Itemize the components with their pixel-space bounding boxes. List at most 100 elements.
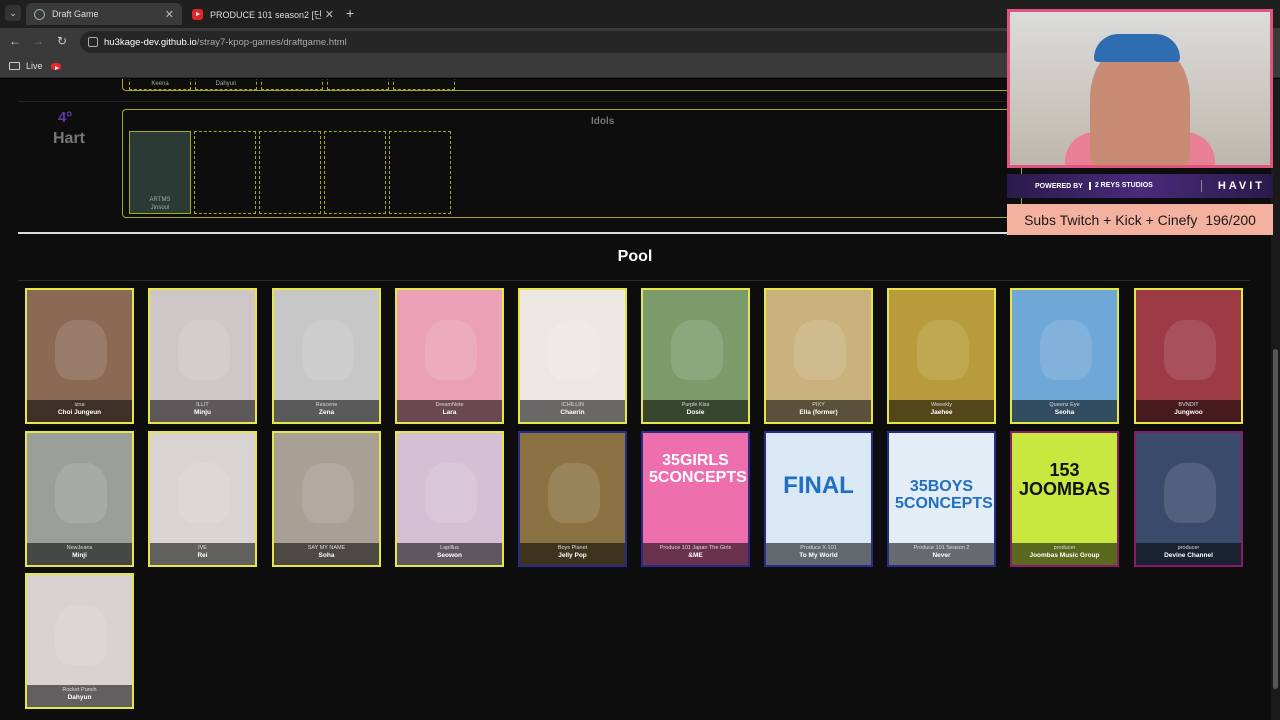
card-name: Dahyun <box>67 694 92 701</box>
portrait <box>917 320 969 380</box>
card-caption: Rescene Zena <box>274 400 379 422</box>
pool-card[interactable]: DreamNote Lara <box>395 288 504 424</box>
idol-slot-filled[interactable]: ARTMS Jinsoul <box>129 131 191 214</box>
card-caption: ICHILLIN Chaerin <box>520 400 625 422</box>
card-caption: izna Choi Jungeun <box>27 400 132 422</box>
pool-card[interactable]: FINAL Produce X 101 To My World <box>764 431 873 567</box>
card-group: izna <box>74 402 85 408</box>
portrait <box>548 463 600 523</box>
card-name: Zena <box>318 409 335 416</box>
portrait <box>302 463 354 523</box>
slot-group: ARTMS <box>149 197 171 203</box>
idol-slot[interactable] <box>327 79 389 90</box>
card-name: Seowon <box>437 552 462 559</box>
portrait <box>55 320 107 380</box>
card-group: Rescene <box>315 402 338 408</box>
scrollbar-thumb[interactable] <box>1273 349 1278 689</box>
portrait <box>794 320 846 380</box>
card-caption: PIXY Ella (former) <box>766 400 871 422</box>
card-name: Joombas Music Group <box>1029 552 1100 559</box>
subs-goal-bar: Subs Twitch + Kick + Cinefy 196/200 <box>1007 204 1273 235</box>
card-caption: NewJeans Minji <box>27 543 132 565</box>
card-name: Jelly Pop <box>558 552 587 559</box>
card-caption: Produce 101 Season 2 Never <box>889 543 994 565</box>
portrait <box>425 320 477 380</box>
portrait <box>178 320 230 380</box>
portrait <box>671 320 723 380</box>
card-group: ICHILLIN <box>561 402 584 408</box>
youtube-icon <box>192 8 203 20</box>
card-caption: Produce X 101 To My World <box>766 543 871 565</box>
close-icon[interactable]: ✕ <box>165 8 174 21</box>
tab-draft-game[interactable]: Draft Game ✕ <box>26 3 182 25</box>
idol-slot[interactable] <box>389 131 451 214</box>
card-caption: Queenz Eye Seoha <box>1012 400 1117 422</box>
globe-icon <box>34 8 45 20</box>
youtube-icon[interactable] <box>51 63 61 70</box>
pool-card[interactable]: Weeekly Jaehee <box>887 288 996 424</box>
new-tab-button[interactable]: + <box>346 5 354 21</box>
close-icon[interactable]: ✕ <box>325 8 334 21</box>
card-group: Rocket Punch <box>62 687 97 693</box>
pool-card[interactable]: BVNDIT Jungwoo <box>1134 288 1243 424</box>
portrait <box>548 320 600 380</box>
card-caption: SAY MY NAME Soha <box>274 543 379 565</box>
card-caption: IVE Rei <box>150 543 255 565</box>
idol-slot[interactable] <box>261 79 323 90</box>
pool-card[interactable]: Lapillus Seowon <box>395 431 504 567</box>
reload-button[interactable]: ↻ <box>54 34 70 48</box>
bookmark-live[interactable]: Live <box>9 61 43 71</box>
card-name: Minji <box>72 552 87 559</box>
idol-slot[interactable] <box>194 131 256 214</box>
idol-slot[interactable]: Dahyun <box>195 79 257 90</box>
tab-title: PRODUCE 101 season2 [단독/9 <box>210 9 321 20</box>
card-poster-text: 35GIRLS 5CONCEPTS <box>649 452 747 486</box>
bookmark-label: Live <box>26 61 43 71</box>
pool-card[interactable]: Rocket Punch Dahyun <box>25 573 134 709</box>
back-button[interactable]: ← <box>7 34 23 48</box>
idol-slot[interactable]: Keena <box>129 79 191 90</box>
pool-card[interactable]: Queenz Eye Seoha <box>1010 288 1119 424</box>
tab-produce-101[interactable]: PRODUCE 101 season2 [단독/9 ✕ <box>184 3 342 25</box>
tab-search-button[interactable]: ⌄ <box>5 5 21 21</box>
idol-slot[interactable] <box>259 131 321 214</box>
pool-card[interactable]: 35BOYS 5CONCEPTS Produce 101 Season 2 Neve… <box>887 431 996 567</box>
pool-title: Pool <box>617 248 653 265</box>
card-name: Ella (former) <box>799 409 838 416</box>
pool-card[interactable]: Boys Planet Jelly Pop <box>518 431 627 567</box>
slot-name: Dahyun <box>215 81 237 87</box>
card-caption: Produce 101 Japan The Girls &ME <box>643 543 748 565</box>
pool-card[interactable]: IVE Rei <box>148 431 257 567</box>
pool-card[interactable]: ICHILLIN Chaerin <box>518 288 627 424</box>
portrait <box>55 463 107 523</box>
card-group: PIXY <box>812 402 825 408</box>
pool-card[interactable]: Rescene Zena <box>272 288 381 424</box>
idol-slot[interactable] <box>393 79 455 90</box>
card-name: Rei <box>197 552 208 559</box>
portrait <box>302 320 354 380</box>
card-group: Queenz Eye <box>1049 402 1080 408</box>
forward-button[interactable]: → <box>30 34 46 48</box>
pool-card[interactable]: NewJeans Minji <box>25 431 134 567</box>
pool-card[interactable]: SAY MY NAME Soha <box>272 431 381 567</box>
tab-title: Draft Game <box>52 9 99 19</box>
pool-card[interactable]: producer Devine Channel <box>1134 431 1243 567</box>
card-name: Soha <box>318 552 335 559</box>
card-name: Chaerin <box>560 409 585 416</box>
pool-card[interactable]: izna Choi Jungeun <box>25 288 134 424</box>
pool-card[interactable]: 153 JOOMBAS producer Joombas Music Group <box>1010 431 1119 567</box>
sponsor-logo-havit: HAVIT <box>1200 180 1265 192</box>
card-name: &ME <box>688 552 703 559</box>
card-name: Choi Jungeun <box>57 409 102 416</box>
card-caption: BVNDIT Jungwoo <box>1136 400 1241 422</box>
portrait <box>1164 463 1216 523</box>
idols-label: Idols <box>591 116 615 127</box>
pool-underline <box>18 280 1250 281</box>
pool-card[interactable]: 35GIRLS 5CONCEPTS Produce 101 Japan The G… <box>641 431 750 567</box>
site-info-icon[interactable] <box>88 37 98 47</box>
portrait <box>425 463 477 523</box>
pool-card[interactable]: Purple Kiss Dosie <box>641 288 750 424</box>
pool-card[interactable]: PIXY Ella (former) <box>764 288 873 424</box>
pool-card[interactable]: ILLIT Minju <box>148 288 257 424</box>
idol-slot[interactable] <box>324 131 386 214</box>
